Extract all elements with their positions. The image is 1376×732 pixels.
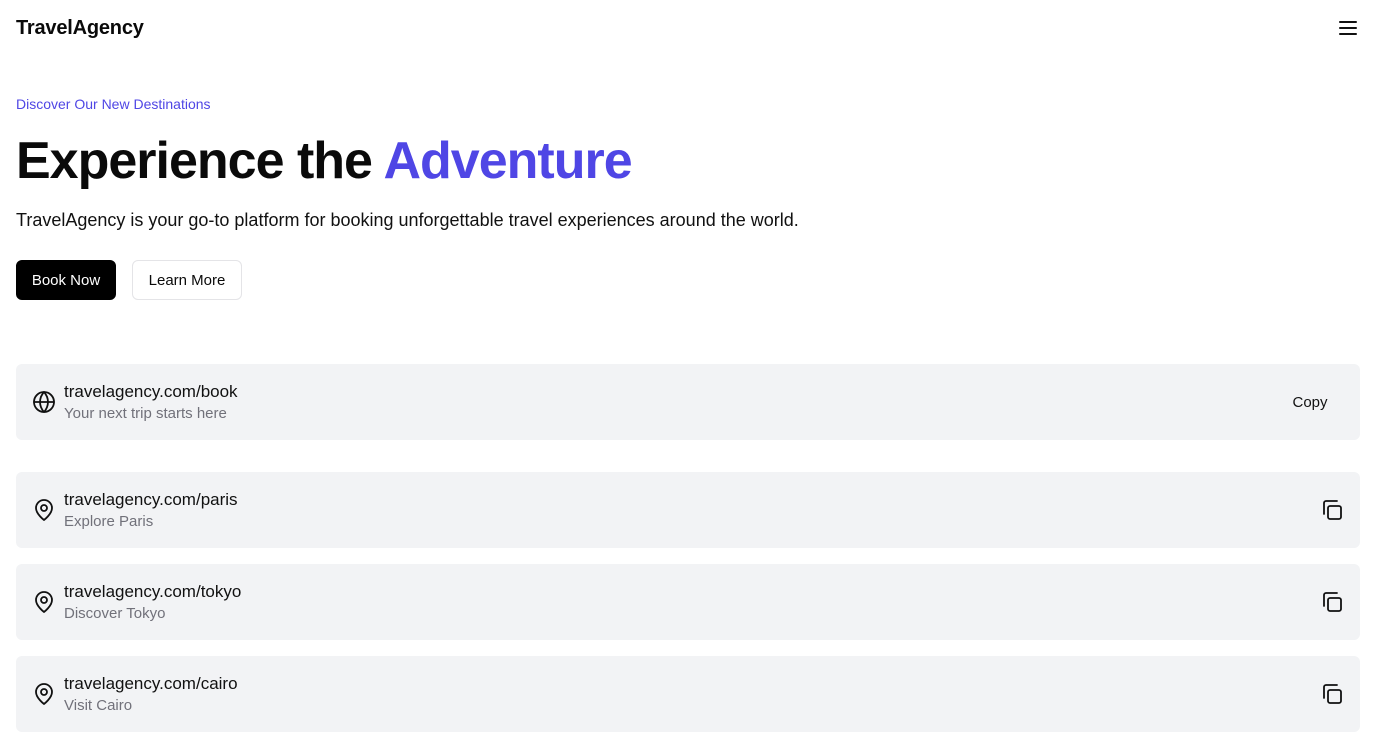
featured-link-url[interactable]: travelagency.com/book xyxy=(64,382,238,402)
learn-more-button[interactable]: Learn More xyxy=(132,260,242,300)
destination-subtitle: Discover Tokyo xyxy=(64,605,166,622)
destination-subtitle: Explore Paris xyxy=(64,513,154,530)
copy-icon xyxy=(1323,500,1342,520)
hero-description: TravelAgency is your go-to platform for … xyxy=(16,210,799,230)
copy-button[interactable]: Copy xyxy=(1276,386,1344,418)
navbar: TravelAgency xyxy=(0,0,1376,60)
hero-title-accent: Adventure xyxy=(383,132,632,190)
hero-title-main: Experience the xyxy=(16,132,384,190)
destination-card-paris: travelagency.com/paris Explore Paris xyxy=(16,472,1360,548)
page: TravelAgency Discover Our New Destinatio… xyxy=(0,0,1376,732)
menu-button[interactable] xyxy=(1334,14,1362,42)
map-pin-icon xyxy=(35,499,53,521)
featured-link-subtitle: Your next trip starts here xyxy=(64,405,227,422)
copy-link-button[interactable] xyxy=(1316,588,1348,616)
copy-icon xyxy=(1323,592,1342,612)
destination-subtitle: Visit Cairo xyxy=(64,697,133,714)
destination-url[interactable]: travelagency.com/tokyo xyxy=(64,582,241,602)
book-now-button[interactable]: Book Now xyxy=(16,260,116,300)
destination-url[interactable]: travelagency.com/paris xyxy=(64,490,238,510)
copy-link-button[interactable] xyxy=(1316,680,1348,708)
hero-eyebrow: Discover Our New Destinations xyxy=(16,96,211,112)
map-pin-icon xyxy=(35,591,53,613)
hero-title: Experience the Adventure xyxy=(16,130,633,192)
featured-link-card: travelagency.com/book Your next trip sta… xyxy=(16,364,1360,440)
copy-link-button[interactable] xyxy=(1316,496,1348,524)
copy-icon xyxy=(1323,684,1342,704)
destination-card-cairo: travelagency.com/cairo Visit Cairo xyxy=(16,656,1360,732)
globe-icon xyxy=(33,391,55,413)
hamburger-menu-icon xyxy=(1339,21,1357,35)
destination-card-tokyo: travelagency.com/tokyo Discover Tokyo xyxy=(16,564,1360,640)
map-pin-icon xyxy=(35,683,53,705)
destination-url[interactable]: travelagency.com/cairo xyxy=(64,674,238,694)
brand-logo[interactable]: TravelAgency xyxy=(16,17,144,40)
